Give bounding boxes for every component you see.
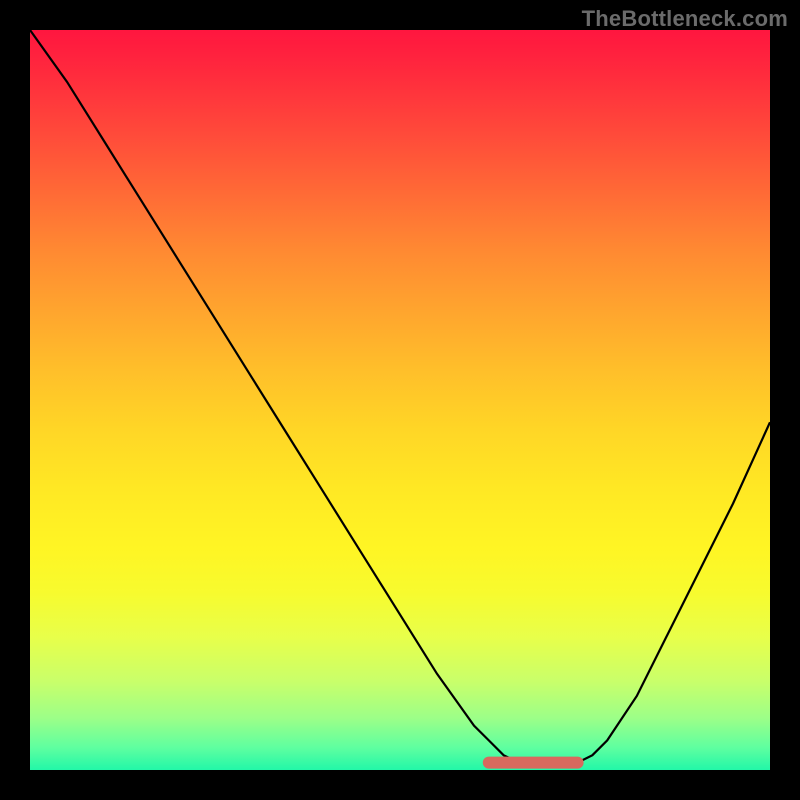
watermark-text: TheBottleneck.com (582, 6, 788, 32)
plot-area (30, 30, 770, 770)
bottleneck-curve (30, 30, 770, 766)
curve-overlay (30, 30, 770, 770)
chart-frame: TheBottleneck.com (0, 0, 800, 800)
